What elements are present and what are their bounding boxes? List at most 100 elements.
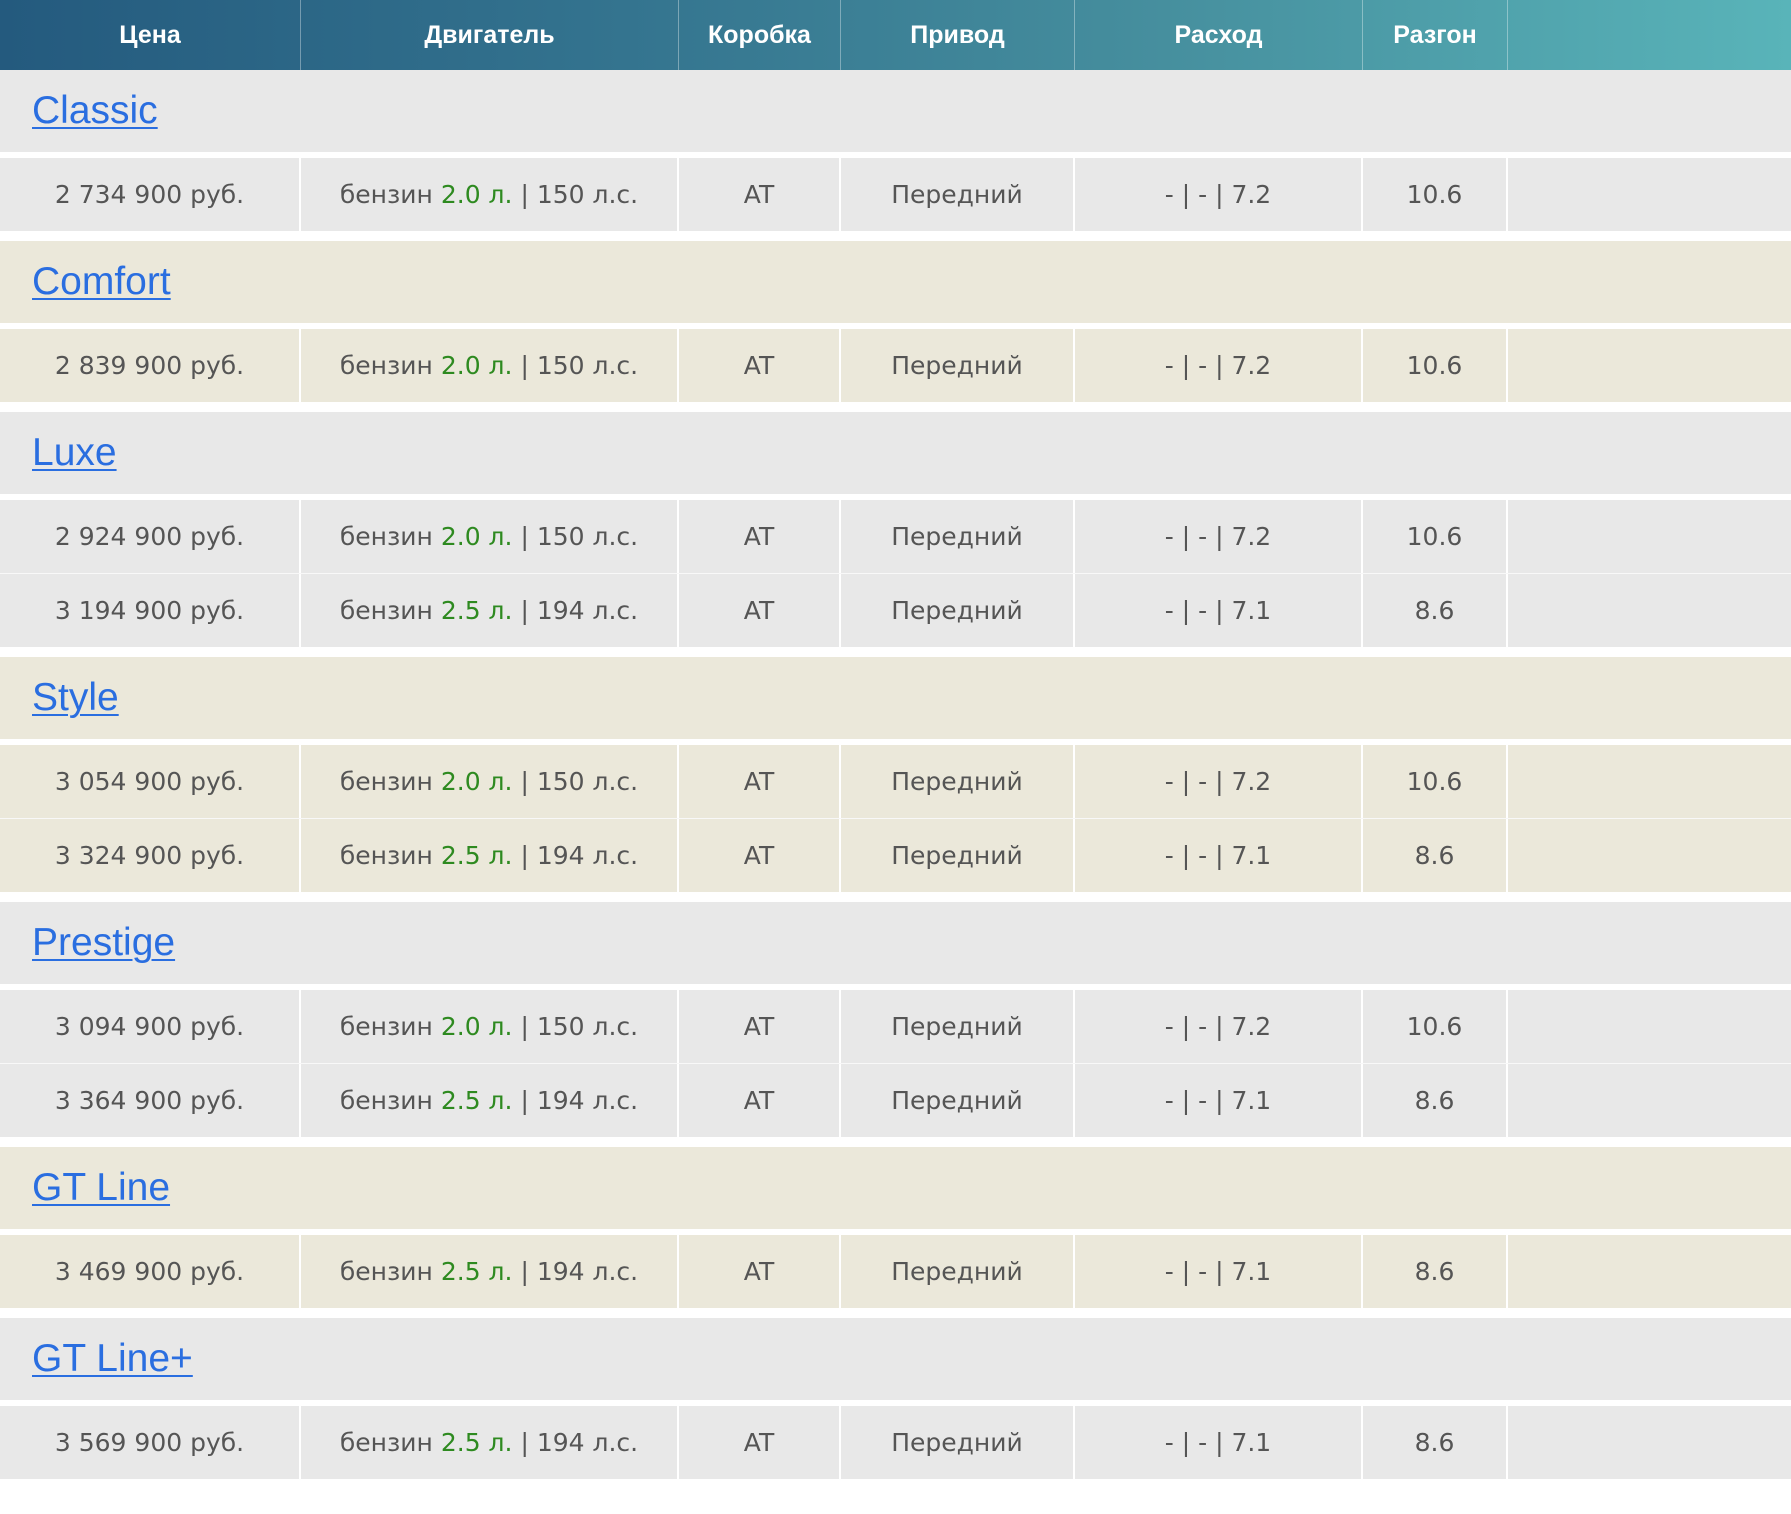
trim-group: Prestige 3 094 900 руб. бензин 2.0 л. | 15…: [0, 902, 1791, 1137]
drive-cell: Передний: [841, 158, 1075, 231]
drive-cell: Передний: [841, 990, 1075, 1063]
header-acceleration: Разгон: [1363, 0, 1508, 70]
engine-power: 150 л.с.: [536, 522, 639, 551]
price-cell: 3 194 900 руб.: [0, 574, 301, 647]
acceleration-cell: 8.6: [1363, 1064, 1508, 1137]
table-row: 3 194 900 руб. бензин 2.5 л. | 194 л.с. AT…: [0, 573, 1791, 647]
engine-power: 150 л.с.: [536, 767, 639, 796]
engine-volume: 2.5 л.: [440, 1428, 513, 1457]
trim-groups: Classic 2 734 900 руб. бензин 2.0 л. | 150…: [0, 70, 1791, 1479]
engine-power: 194 л.с.: [536, 1257, 639, 1286]
engine-fuel: бензин: [339, 767, 433, 796]
price-cell: 3 569 900 руб.: [0, 1406, 301, 1479]
table-row: 3 094 900 руб. бензин 2.0 л. | 150 л.с. AT…: [0, 990, 1791, 1063]
trim-group-title: GT Line: [0, 1147, 1791, 1235]
engine-separator: |: [520, 767, 529, 796]
acceleration-cell: 10.6: [1363, 500, 1508, 573]
empty-cell: [1508, 1064, 1791, 1137]
trim-link[interactable]: Style: [32, 676, 119, 720]
empty-cell: [1508, 1406, 1791, 1479]
empty-cell: [1508, 574, 1791, 647]
engine-separator: |: [520, 1012, 529, 1041]
empty-cell: [1508, 158, 1791, 231]
trim-link[interactable]: Luxe: [32, 431, 117, 475]
consumption-cell: - | - | 7.1: [1075, 1235, 1363, 1308]
engine-fuel: бензин: [339, 351, 433, 380]
engine-fuel: бензин: [339, 841, 433, 870]
price-cell: 3 469 900 руб.: [0, 1235, 301, 1308]
engine-volume: 2.5 л.: [440, 841, 513, 870]
consumption-cell: - | - | 7.2: [1075, 329, 1363, 402]
acceleration-cell: 8.6: [1363, 574, 1508, 647]
empty-cell: [1508, 1235, 1791, 1308]
table-row: 3 054 900 руб. бензин 2.0 л. | 150 л.с. AT…: [0, 745, 1791, 818]
gearbox-cell: AT: [679, 158, 841, 231]
drive-cell: Передний: [841, 329, 1075, 402]
trim-link[interactable]: GT Line+: [32, 1337, 193, 1381]
engine-cell: бензин 2.0 л. | 150 л.с.: [301, 990, 679, 1063]
trim-link[interactable]: Prestige: [32, 921, 175, 965]
trim-group: Style 3 054 900 руб. бензин 2.0 л. | 150 л…: [0, 657, 1791, 892]
engine-volume: 2.5 л.: [440, 1257, 513, 1286]
gearbox-cell: AT: [679, 1406, 841, 1479]
gearbox-cell: AT: [679, 329, 841, 402]
gearbox-cell: AT: [679, 990, 841, 1063]
engine-power: 194 л.с.: [536, 1428, 639, 1457]
drive-cell: Передний: [841, 1235, 1075, 1308]
gearbox-cell: AT: [679, 1235, 841, 1308]
engine-power: 150 л.с.: [536, 180, 639, 209]
engine-volume: 2.0 л.: [440, 180, 513, 209]
trim-group-title: Prestige: [0, 902, 1791, 990]
engine-separator: |: [520, 1428, 529, 1457]
trim-link[interactable]: GT Line: [32, 1166, 170, 1210]
trim-group-title: GT Line+: [0, 1318, 1791, 1406]
engine-fuel: бензин: [339, 1012, 433, 1041]
engine-power: 194 л.с.: [536, 596, 639, 625]
trim-link[interactable]: Classic: [32, 89, 158, 133]
trim-group: Classic 2 734 900 руб. бензин 2.0 л. | 150…: [0, 70, 1791, 231]
acceleration-cell: 10.6: [1363, 329, 1508, 402]
consumption-cell: - | - | 7.2: [1075, 158, 1363, 231]
table-row: 2 924 900 руб. бензин 2.0 л. | 150 л.с. AT…: [0, 500, 1791, 573]
consumption-cell: - | - | 7.2: [1075, 500, 1363, 573]
table-row: 3 569 900 руб. бензин 2.5 л. | 194 л.с. AT…: [0, 1406, 1791, 1479]
consumption-cell: - | - | 7.1: [1075, 1406, 1363, 1479]
trim-link[interactable]: Comfort: [32, 260, 171, 304]
engine-fuel: бензин: [339, 596, 433, 625]
trim-group-title: Comfort: [0, 241, 1791, 329]
acceleration-cell: 10.6: [1363, 990, 1508, 1063]
price-cell: 2 924 900 руб.: [0, 500, 301, 573]
engine-cell: бензин 2.5 л. | 194 л.с.: [301, 1406, 679, 1479]
consumption-cell: - | - | 7.2: [1075, 745, 1363, 818]
acceleration-cell: 8.6: [1363, 1235, 1508, 1308]
empty-cell: [1508, 819, 1791, 892]
header-price: Цена: [0, 0, 301, 70]
table-row: 2 734 900 руб. бензин 2.0 л. | 150 л.с. AT…: [0, 158, 1791, 231]
engine-separator: |: [520, 1257, 529, 1286]
header-empty: [1508, 0, 1791, 70]
price-cell: 3 054 900 руб.: [0, 745, 301, 818]
acceleration-cell: 8.6: [1363, 1406, 1508, 1479]
table-row: 3 469 900 руб. бензин 2.5 л. | 194 л.с. AT…: [0, 1235, 1791, 1308]
engine-cell: бензин 2.5 л. | 194 л.с.: [301, 1064, 679, 1137]
trim-group: GT Line+ 3 569 900 руб. бензин 2.5 л. | 19…: [0, 1318, 1791, 1479]
engine-fuel: бензин: [339, 522, 433, 551]
engine-volume: 2.5 л.: [440, 1086, 513, 1115]
empty-cell: [1508, 745, 1791, 818]
engine-volume: 2.0 л.: [440, 1012, 513, 1041]
price-table: Цена Двигатель Коробка Привод Расход Раз…: [0, 0, 1791, 1489]
gearbox-cell: AT: [679, 1064, 841, 1137]
engine-separator: |: [520, 522, 529, 551]
engine-separator: |: [520, 1086, 529, 1115]
engine-cell: бензин 2.5 л. | 194 л.с.: [301, 1235, 679, 1308]
drive-cell: Передний: [841, 500, 1075, 573]
header-engine: Двигатель: [301, 0, 679, 70]
empty-cell: [1508, 500, 1791, 573]
acceleration-cell: 10.6: [1363, 745, 1508, 818]
header-drive: Привод: [841, 0, 1075, 70]
price-cell: 3 094 900 руб.: [0, 990, 301, 1063]
engine-power: 194 л.с.: [536, 841, 639, 870]
acceleration-cell: 10.6: [1363, 158, 1508, 231]
engine-cell: бензин 2.0 л. | 150 л.с.: [301, 329, 679, 402]
engine-cell: бензин 2.5 л. | 194 л.с.: [301, 819, 679, 892]
